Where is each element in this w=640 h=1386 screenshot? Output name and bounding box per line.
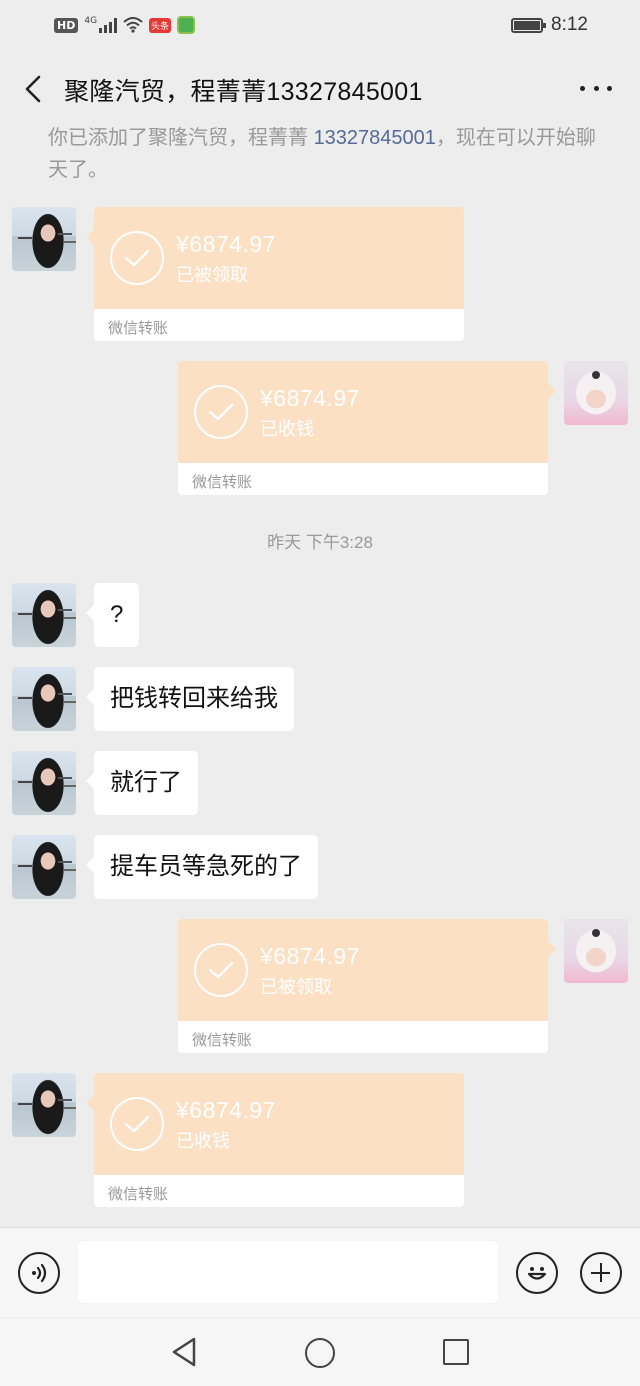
contact-avatar[interactable] xyxy=(12,583,76,647)
transfer-status: 已被领取 xyxy=(260,977,332,997)
transfer-amount: ¥6874.97 xyxy=(260,385,360,411)
transfer-card[interactable]: ¥6874.97 已被领取 微信转账 xyxy=(86,207,464,341)
more-button[interactable] xyxy=(580,80,612,96)
chat-header: 聚隆汽贸，程菁菁13327845001 xyxy=(0,58,640,120)
phone-number-link[interactable]: 13327845001 xyxy=(314,127,436,149)
system-nav-bar xyxy=(0,1318,640,1386)
message-text: 把钱转回来给我 xyxy=(110,685,278,712)
transfer-amount: ¥6874.97 xyxy=(260,943,360,969)
transfer-card[interactable]: ¥6874.97 已被领取 微信转账 xyxy=(178,919,556,1053)
nav-recent-apps-icon[interactable] xyxy=(443,1339,469,1365)
transfer-status: 已被领取 xyxy=(176,265,248,285)
check-icon xyxy=(110,1097,164,1151)
transfer-amount: ¥6874.97 xyxy=(176,231,276,257)
input-bar xyxy=(0,1227,640,1317)
my-avatar[interactable] xyxy=(564,919,628,983)
message-bubble[interactable]: 把钱转回来给我 xyxy=(86,667,294,731)
transfer-card[interactable]: ¥6874.97 已收钱 微信转账 xyxy=(86,1073,464,1207)
transfer-footer: 微信转账 xyxy=(108,320,169,337)
transfer-footer: 微信转账 xyxy=(192,1032,253,1049)
plus-icon[interactable] xyxy=(580,1252,622,1294)
nav-home-icon[interactable] xyxy=(305,1338,335,1368)
contact-avatar[interactable] xyxy=(12,835,76,899)
status-left: HD 4G 头条 xyxy=(54,16,196,34)
nav-back-icon[interactable] xyxy=(170,1336,198,1368)
contact-avatar[interactable] xyxy=(12,1073,76,1137)
news-app-icon: 头条 xyxy=(149,17,172,33)
contact-avatar[interactable] xyxy=(12,751,76,815)
check-icon xyxy=(194,385,248,439)
contact-avatar[interactable] xyxy=(12,667,76,731)
more-icon xyxy=(580,85,585,91)
message-bubble[interactable]: 提车员等急死的了 xyxy=(86,835,318,899)
voice-button[interactable] xyxy=(18,1252,60,1294)
message-bubble[interactable]: ? xyxy=(85,583,140,647)
transfer-card[interactable]: ¥6874.97 已收钱 微信转账 xyxy=(178,361,556,495)
app-notification-icon xyxy=(177,16,196,34)
network-type: 4G xyxy=(84,16,98,26)
chat-title: 聚隆汽贸，程菁菁13327845001 xyxy=(64,78,423,106)
system-notice: 你已添加了聚隆汽贸，程菁菁 13327845001，现在可以开始聊天了。 xyxy=(48,122,608,186)
status-bar: HD 4G 头条 8:12 xyxy=(0,0,640,50)
status-right: 8:12 xyxy=(511,14,588,36)
check-icon xyxy=(110,231,164,285)
transfer-status: 已收钱 xyxy=(176,1131,230,1151)
my-avatar[interactable] xyxy=(564,361,628,425)
transfer-amount: ¥6874.97 xyxy=(176,1097,276,1123)
wifi-icon xyxy=(123,17,143,33)
transfer-footer: 微信转账 xyxy=(192,474,253,491)
notice-prefix: 你已添加了聚隆汽贸，程菁菁 xyxy=(48,127,314,149)
back-button[interactable] xyxy=(18,72,48,106)
emoji-button[interactable] xyxy=(516,1252,558,1294)
check-icon xyxy=(194,943,248,997)
emoji-icon xyxy=(527,1267,547,1280)
signal-icon xyxy=(99,17,118,33)
message-text: 就行了 xyxy=(110,769,182,796)
transfer-footer: 微信转账 xyxy=(108,1186,169,1203)
battery-icon xyxy=(511,17,547,33)
transfer-status: 已收钱 xyxy=(260,419,314,439)
message-input[interactable] xyxy=(78,1241,498,1303)
clock: 8:12 xyxy=(551,14,588,35)
message-bubble[interactable]: 就行了 xyxy=(86,751,198,815)
contact-avatar[interactable] xyxy=(12,207,76,271)
hd-badge: HD xyxy=(54,17,79,33)
message-timestamp: 昨天 下午3:28 xyxy=(267,533,373,552)
back-arrow-icon xyxy=(25,75,41,103)
message-text: ? xyxy=(110,601,124,628)
message-text: 提车员等急死的了 xyxy=(110,853,302,880)
voice-icon xyxy=(32,1263,47,1283)
